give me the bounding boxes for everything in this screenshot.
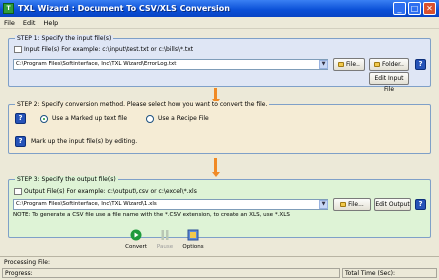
marked-up-label: Use a Marked up text file: [52, 115, 128, 122]
folder-icon: [340, 202, 347, 207]
step2-title: STEP 2: Specify conversion method. Pleas…: [15, 101, 270, 108]
options-label: Options: [182, 244, 204, 250]
step1-panel: STEP 1: Specify the input file(s) Input …: [8, 35, 431, 93]
help-icon[interactable]: ?: [415, 59, 426, 70]
app-icon: T: [3, 3, 14, 14]
input-file-button-label: File..: [346, 61, 360, 68]
input-file-button[interactable]: File..: [333, 58, 365, 71]
pause-button[interactable]: Pause: [153, 229, 177, 250]
menu-file[interactable]: File: [0, 19, 19, 27]
document-icon: [14, 188, 22, 195]
window-title: TXL Wizard : Document To CSV/XLS Convers…: [18, 4, 230, 13]
step3-panel: STEP 3: Specify the output file(s) Outpu…: [8, 176, 431, 238]
input-file-label: Input File(s) For example: c:\input\test…: [24, 46, 194, 53]
title-bar: T TXL Wizard : Document To CSV/XLS Conve…: [0, 0, 439, 17]
options-icon: [187, 229, 199, 241]
help-icon[interactable]: ?: [15, 113, 26, 124]
output-file-button-label: File...: [348, 201, 364, 208]
progress-box: Progress:: [2, 268, 340, 278]
input-file-field[interactable]: C:\Program Files\Softinterface, Inc\TXL …: [13, 59, 328, 70]
menu-edit[interactable]: Edit: [19, 19, 40, 27]
convert-icon: [130, 229, 142, 241]
total-time-box: Total Time (Sec):: [342, 268, 437, 278]
edit-input-file-button[interactable]: Edit Input File: [369, 72, 409, 93]
menu-bar: File Edit Help: [0, 17, 439, 29]
close-button[interactable]: ✕: [423, 2, 436, 15]
output-file-label: Output File(s) For example: c:\output\.c…: [24, 188, 197, 195]
status-bar: Processing File: Progress: Total Time (S…: [0, 256, 439, 280]
options-button[interactable]: Options: [181, 229, 205, 250]
marked-up-radio[interactable]: [40, 115, 48, 123]
step3-title: STEP 3: Specify the output file(s): [15, 176, 118, 183]
edit-output-button[interactable]: Edit Output: [374, 198, 411, 211]
progress-label: Progress:: [5, 270, 33, 277]
output-note: NOTE: To generate a CSV file use a file …: [13, 212, 290, 218]
help-icon[interactable]: ?: [15, 136, 26, 147]
arrow-down-icon: [212, 158, 220, 177]
pause-icon: [161, 230, 169, 240]
pause-label: Pause: [156, 244, 174, 250]
document-icon: [14, 46, 22, 53]
markup-instructions: Mark up the input file(s) by editing.: [31, 138, 138, 145]
convert-label: Convert: [125, 244, 147, 250]
output-dropdown-icon[interactable]: ▼: [319, 200, 328, 209]
step2-panel: STEP 2: Specify conversion method. Pleas…: [8, 101, 431, 154]
processing-file-label: Processing File:: [4, 259, 51, 266]
output-file-field[interactable]: C:\Program Files\Softinterface, Inc\TXL …: [13, 199, 328, 210]
input-folder-button-label: Folder..: [382, 61, 404, 68]
step1-title: STEP 1: Specify the input file(s): [15, 35, 114, 42]
maximize-button[interactable]: □: [408, 2, 421, 15]
input-folder-button[interactable]: Folder..: [369, 58, 409, 71]
help-icon[interactable]: ?: [415, 199, 426, 210]
minimize-button[interactable]: _: [393, 2, 406, 15]
total-time-label: Total Time (Sec):: [345, 270, 396, 277]
folder-icon: [338, 62, 345, 67]
menu-help[interactable]: Help: [39, 19, 62, 27]
input-dropdown-icon[interactable]: ▼: [319, 60, 328, 69]
folder-icon: [374, 62, 381, 67]
convert-button[interactable]: Convert: [124, 229, 148, 250]
recipe-label: Use a Recipe File: [158, 115, 209, 122]
output-file-button[interactable]: File...: [333, 198, 371, 211]
recipe-radio[interactable]: [146, 115, 154, 123]
